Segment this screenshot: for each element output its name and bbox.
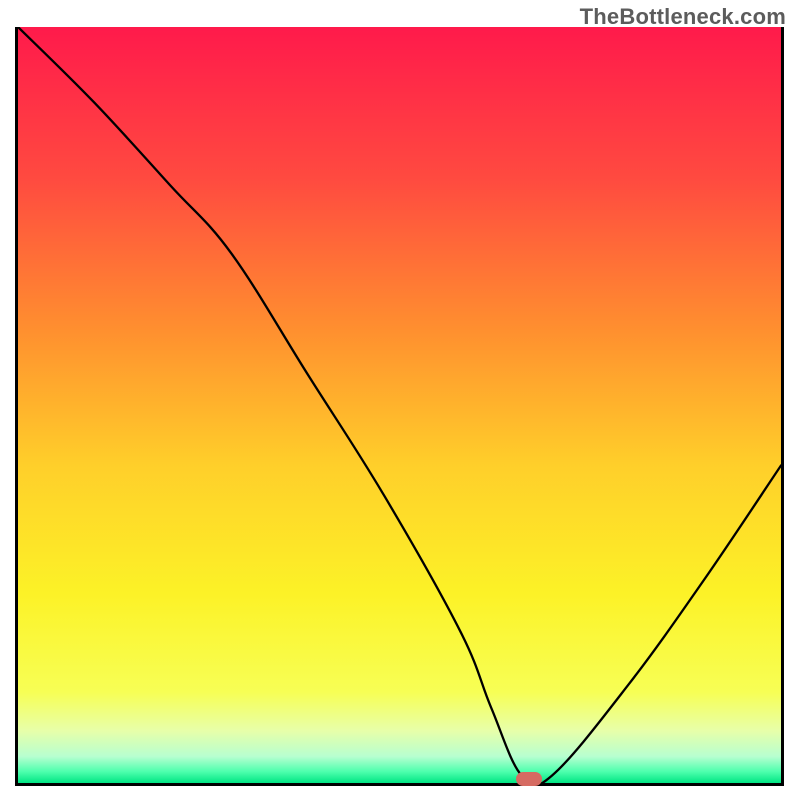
optimal-marker <box>516 772 542 786</box>
chart-curve <box>18 27 781 783</box>
chart-frame <box>15 27 784 786</box>
